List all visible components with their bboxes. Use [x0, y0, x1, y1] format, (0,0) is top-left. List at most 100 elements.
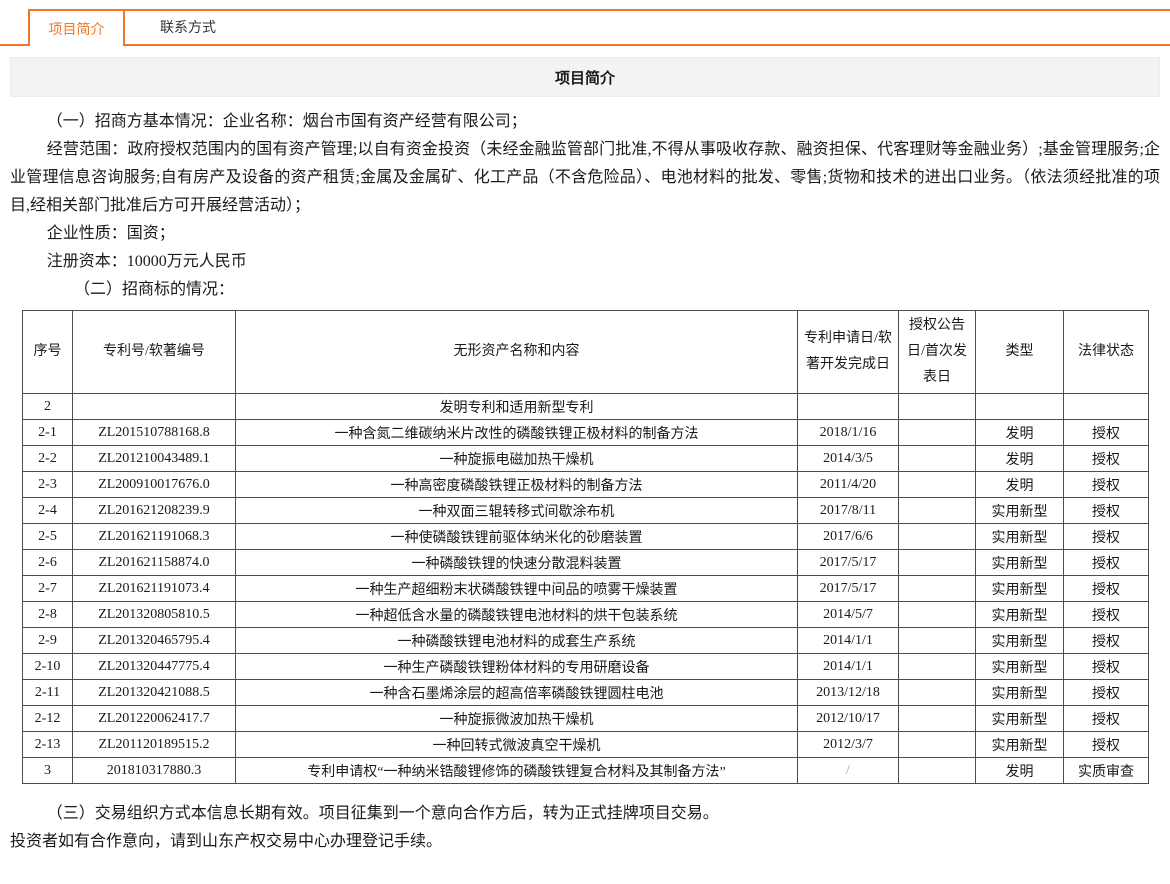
cell-type: 发明 — [976, 472, 1064, 498]
cell-apply-date: 2014/5/7 — [798, 602, 899, 628]
cell-patent-no: ZL201621208239.9 — [73, 498, 236, 524]
cell-status: 授权 — [1064, 550, 1149, 576]
cell-type: 实用新型 — [976, 732, 1064, 758]
cell-apply-date: 2014/1/1 — [798, 628, 899, 654]
cell-no: 2-11 — [23, 680, 73, 706]
tabbar-bottom-line — [0, 44, 1170, 46]
tab-contact-info[interactable]: 联系方式 — [143, 9, 233, 44]
cell-status: 授权 — [1064, 628, 1149, 654]
cell-type: 实用新型 — [976, 706, 1064, 732]
cell-name: 一种双面三辊转移式间歇涂布机 — [236, 498, 798, 524]
cell-type: 实用新型 — [976, 680, 1064, 706]
cell-type: 实用新型 — [976, 550, 1064, 576]
cell-publish-date — [899, 472, 976, 498]
table-row: 2-6ZL201621158874.0一种磷酸铁锂的快速分散混料装置2017/5… — [23, 550, 1149, 576]
col-header-index: 序号 — [23, 311, 73, 394]
col-header-publish-date: 授权公告日/首次发表日 — [899, 311, 976, 394]
patent-table: 序号 专利号/软著编号 无形资产名称和内容 专利申请日/软著开发完成日 授权公告… — [22, 310, 1149, 784]
table-row: 2-5ZL201621191068.3一种使磷酸铁锂前驱体纳米化的砂磨装置201… — [23, 524, 1149, 550]
cell-apply-date — [798, 394, 899, 420]
table-row: 2-1ZL201510788168.8一种含氮二维碳纳米片改性的磷酸铁锂正极材料… — [23, 420, 1149, 446]
cell-patent-no: ZL201320805810.5 — [73, 602, 236, 628]
cell-publish-date — [899, 680, 976, 706]
cell-publish-date — [899, 628, 976, 654]
cell-name: 一种磷酸铁锂电池材料的成套生产系统 — [236, 628, 798, 654]
cell-publish-date — [899, 498, 976, 524]
cell-status: 授权 — [1064, 576, 1149, 602]
cell-no: 2-12 — [23, 706, 73, 732]
table-row: 2-2ZL201210043489.1一种旋振电磁加热干燥机2014/3/5 发明… — [23, 446, 1149, 472]
cell-publish-date — [899, 602, 976, 628]
cell-status: 授权 — [1064, 706, 1149, 732]
cell-name: 一种旋振电磁加热干燥机 — [236, 446, 798, 472]
cell-name: 一种含氮二维碳纳米片改性的磷酸铁锂正极材料的制备方法 — [236, 420, 798, 446]
cell-status — [1064, 394, 1149, 420]
cell-type: 发明 — [976, 420, 1064, 446]
cell-type: 实用新型 — [976, 498, 1064, 524]
cell-status: 授权 — [1064, 524, 1149, 550]
cell-apply-date: 2017/5/17 — [798, 576, 899, 602]
cell-patent-no: ZL201210043489.1 — [73, 446, 236, 472]
cell-type: 实用新型 — [976, 576, 1064, 602]
cell-apply-date: 2014/3/5 — [798, 446, 899, 472]
cell-patent-no: ZL201320421088.5 — [73, 680, 236, 706]
cell-no: 2-10 — [23, 654, 73, 680]
col-header-apply-date: 专利申请日/软著开发完成日 — [798, 311, 899, 394]
cell-publish-date — [899, 654, 976, 680]
cell-patent-no: ZL201120189515.2 — [73, 732, 236, 758]
table-row: 2-10ZL201320447775.4一种生产磷酸铁锂粉体材料的专用研磨设备2… — [23, 654, 1149, 680]
cell-patent-no: ZL201621191068.3 — [73, 524, 236, 550]
cell-patent-no: ZL201220062417.7 — [73, 706, 236, 732]
cell-name: 专利申请权“一种纳米锆酸锂修饰的磷酸铁锂复合材料及其制备方法” — [236, 758, 798, 784]
cell-name: 一种含石墨烯涂层的超高倍率磷酸铁锂圆柱电池 — [236, 680, 798, 706]
cell-no: 2-7 — [23, 576, 73, 602]
cell-type: 实用新型 — [976, 602, 1064, 628]
cell-status: 授权 — [1064, 602, 1149, 628]
cell-name: 一种磷酸铁锂的快速分散混料装置 — [236, 550, 798, 576]
cell-no: 2-6 — [23, 550, 73, 576]
cell-publish-date — [899, 420, 976, 446]
cell-type: 发明 — [976, 446, 1064, 472]
cell-apply-date: 2017/6/6 — [798, 524, 899, 550]
cell-patent-no: 201810317880.3 — [73, 758, 236, 784]
cell-status: 授权 — [1064, 498, 1149, 524]
table-row: 2-3ZL200910017676.0一种高密度磷酸铁锂正极材料的制备方法201… — [23, 472, 1149, 498]
footer-area: （三）交易组织方式本信息长期有效。项目征集到一个意向合作方后，转为正式挂牌项目交… — [0, 784, 1170, 856]
col-header-asset-name: 无形资产名称和内容 — [236, 311, 798, 394]
cell-name: 一种超低含水量的磷酸铁锂电池材料的烘干包装系统 — [236, 602, 798, 628]
cell-status: 授权 — [1064, 654, 1149, 680]
paragraph-registered-capital: 注册资本：10000万元人民币 — [10, 248, 1160, 276]
cell-no: 2-2 — [23, 446, 73, 472]
cell-publish-date — [899, 706, 976, 732]
paragraph-business-scope: 经营范围：政府授权范围内的国有资产管理;以自有资金投资（未经金融监管部门批准,不… — [10, 136, 1160, 220]
cell-no: 2-4 — [23, 498, 73, 524]
cell-apply-date: 2011/4/20 — [798, 472, 899, 498]
table-row: 2-12ZL201220062417.7一种旋振微波加热干燥机2012/10/1… — [23, 706, 1149, 732]
table-row: 3201810317880.3专利申请权“一种纳米锆酸锂修饰的磷酸铁锂复合材料及… — [23, 758, 1149, 784]
cell-apply-date: / — [798, 758, 899, 784]
table-row: 2-8ZL201320805810.5一种超低含水量的磷酸铁锂电池材料的烘干包装… — [23, 602, 1149, 628]
col-header-legal-status: 法律状态 — [1064, 311, 1149, 394]
content-area: （一）招商方基本情况：企业名称：烟台市国有资产经营有限公司； 经营范围：政府授权… — [0, 97, 1170, 784]
cell-name: 一种高密度磷酸铁锂正极材料的制备方法 — [236, 472, 798, 498]
cell-type — [976, 394, 1064, 420]
cell-name: 一种旋振微波加热干燥机 — [236, 706, 798, 732]
cell-publish-date — [899, 394, 976, 420]
cell-publish-date — [899, 732, 976, 758]
cell-publish-date — [899, 446, 976, 472]
table-row: 2-9ZL201320465795.4一种磷酸铁锂电池材料的成套生产系统2014… — [23, 628, 1149, 654]
table-row: 2-7ZL201621191073.4一种生产超细粉末状磷酸铁锂中间品的喷雾干燥… — [23, 576, 1149, 602]
cell-apply-date: 2017/8/11 — [798, 498, 899, 524]
col-header-patent-no: 专利号/软著编号 — [73, 311, 236, 394]
cell-status: 实质审查 — [1064, 758, 1149, 784]
paragraph-trade-method: （三）交易组织方式本信息长期有效。项目征集到一个意向合作方后，转为正式挂牌项目交… — [10, 800, 1160, 828]
cell-no: 2-3 — [23, 472, 73, 498]
cell-patent-no — [73, 394, 236, 420]
cell-publish-date — [899, 758, 976, 784]
cell-publish-date — [899, 550, 976, 576]
cell-no: 2-5 — [23, 524, 73, 550]
tab-project-intro[interactable]: 项目简介 — [28, 9, 125, 46]
cell-patent-no: ZL201510788168.8 — [73, 420, 236, 446]
cell-patent-no: ZL201621191073.4 — [73, 576, 236, 602]
cell-name: 一种使磷酸铁锂前驱体纳米化的砂磨装置 — [236, 524, 798, 550]
